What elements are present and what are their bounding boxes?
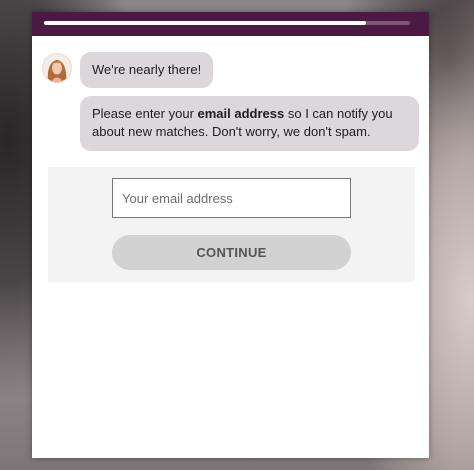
chat-bubble: Please enter your email address so I can…: [80, 96, 419, 151]
chat-bubble: We're nearly there!: [80, 52, 214, 88]
chat-message-text: Please enter your: [92, 106, 198, 121]
avatar: [42, 53, 72, 83]
chat-message-text: We're nearly there!: [92, 62, 202, 77]
chat-message-emphasis: email address: [197, 106, 285, 121]
signup-modal: We're nearly there! Please enter your em…: [32, 12, 429, 458]
progress-bar: [44, 21, 410, 25]
person-avatar-icon: [43, 54, 71, 82]
progress-header: [32, 12, 429, 36]
continue-button[interactable]: CONTINUE: [112, 235, 351, 270]
email-input[interactable]: [112, 178, 351, 218]
progress-bar-fill: [44, 21, 367, 25]
email-form: CONTINUE: [48, 167, 415, 282]
